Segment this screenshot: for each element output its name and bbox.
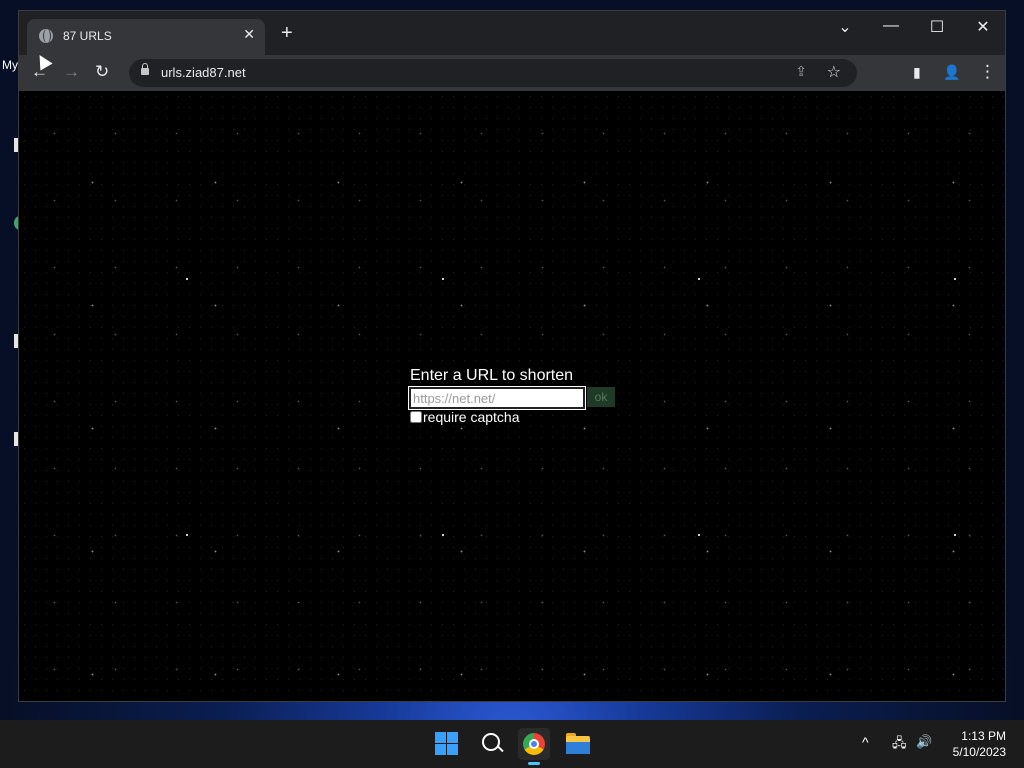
minimize-button[interactable]: —	[868, 17, 914, 35]
file-explorer-icon[interactable]	[562, 728, 594, 760]
tab-title: 87 URLS	[63, 29, 112, 43]
forward-button[interactable]: →	[63, 62, 80, 82]
volume-icon[interactable]: 🔊	[916, 734, 932, 750]
desktop-icon[interactable]	[0, 138, 26, 152]
new-tab-button[interactable]: +	[281, 23, 293, 43]
network-icon[interactable]: 🖧	[892, 734, 907, 756]
close-window-button[interactable]: ✕	[960, 17, 1005, 37]
tab-search-button[interactable]: ⌄	[822, 17, 868, 37]
browser-toolbar: ← → ↻ urls.ziad87.net ⇪ ☆ ▮ 👤 ⋮	[19, 55, 1005, 92]
desktop-icon-label: My	[2, 58, 18, 72]
browser-tab[interactable]: 87 URLS ✕	[27, 19, 265, 55]
shorten-form: Enter a URL to shorten ok require captch…	[408, 367, 615, 425]
address-url[interactable]: urls.ziad87.net	[161, 65, 246, 80]
title-bar: 87 URLS ✕ + ⌄ — ☐ ✕	[19, 11, 1005, 55]
tray-chevron-icon[interactable]: ^	[862, 734, 869, 750]
bookmark-star-icon[interactable]: ☆	[827, 62, 841, 82]
side-panel-button[interactable]: ▮	[913, 62, 921, 82]
ok-button[interactable]: ok	[587, 387, 615, 407]
share-icon[interactable]: ⇪	[795, 63, 807, 80]
desktop-icon[interactable]	[0, 216, 26, 230]
desktop-icon[interactable]	[0, 432, 26, 446]
page-viewport: Enter a URL to shorten ok require captch…	[19, 91, 1005, 701]
start-icon[interactable]	[432, 728, 464, 760]
url-input[interactable]	[408, 386, 586, 410]
clock[interactable]: 1:13 PM 5/10/2023	[953, 728, 1006, 760]
taskbar: ^ 🖧 🔊 1:13 PM 5/10/2023	[0, 720, 1024, 768]
captcha-label: require captcha	[423, 409, 520, 425]
clock-time: 1:13 PM	[961, 729, 1006, 743]
clock-date: 5/10/2023	[952, 745, 1006, 759]
page-heading: Enter a URL to shorten	[410, 367, 574, 384]
globe-icon	[39, 29, 53, 43]
chrome-icon[interactable]	[518, 728, 550, 765]
search-icon[interactable]	[476, 728, 508, 760]
captcha-checkbox[interactable]	[410, 411, 422, 423]
captcha-row: require captcha	[409, 409, 615, 425]
address-bar[interactable]: urls.ziad87.net ⇪ ☆	[129, 59, 857, 87]
menu-button[interactable]: ⋮	[979, 62, 996, 82]
desktop-icon[interactable]	[0, 334, 26, 348]
lock-icon[interactable]	[141, 63, 149, 75]
browser-window: 87 URLS ✕ + ⌄ — ☐ ✕ ← → ↻ urls.ziad87.ne…	[18, 10, 1006, 702]
maximize-button[interactable]: ☐	[914, 17, 960, 37]
profile-button[interactable]: 👤	[943, 62, 960, 82]
tab-close-icon[interactable]: ✕	[243, 26, 255, 43]
reload-button[interactable]: ↻	[95, 62, 109, 82]
